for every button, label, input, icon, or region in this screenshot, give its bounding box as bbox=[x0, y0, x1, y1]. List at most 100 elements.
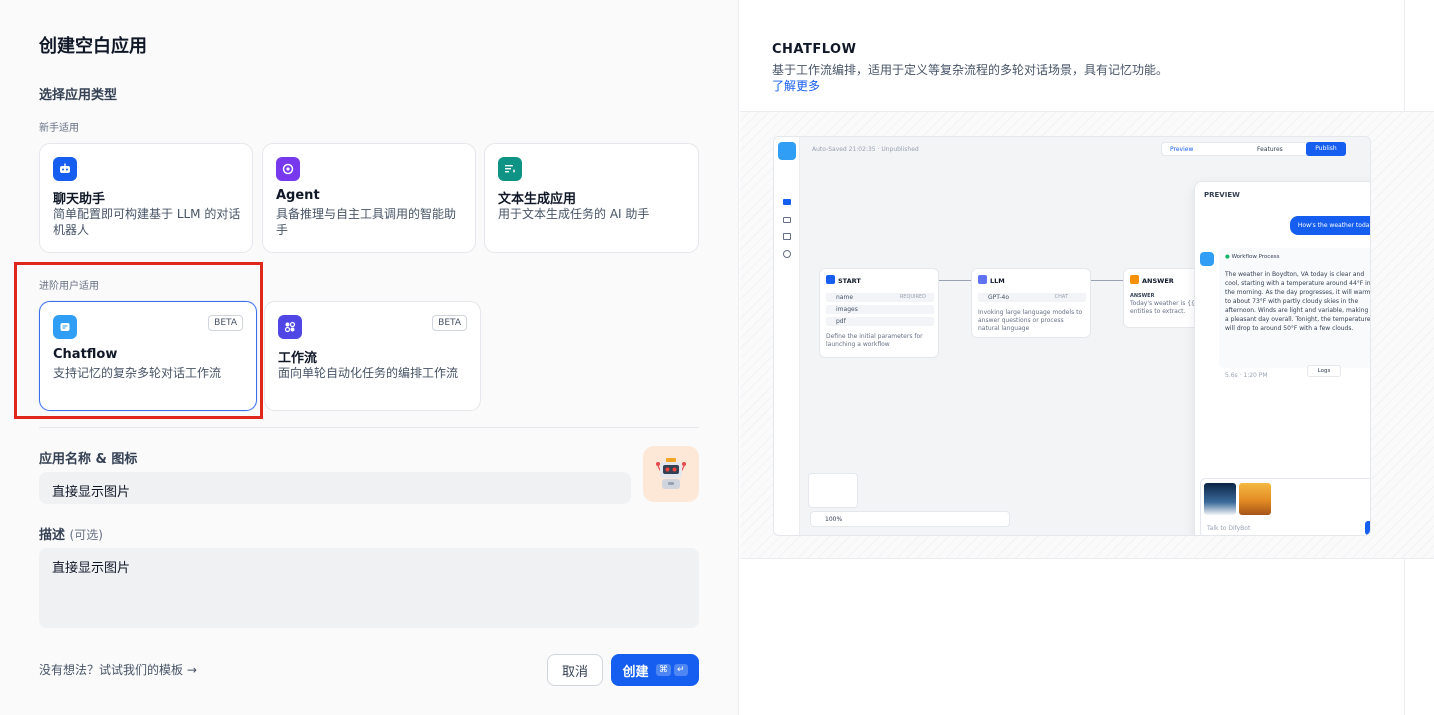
mock-preview-title: PREVIEW bbox=[1204, 191, 1240, 199]
robot-icon bbox=[656, 458, 686, 489]
cancel-button[interactable]: 取消 bbox=[547, 654, 603, 686]
dialog-title: 创建空白应用 bbox=[39, 36, 147, 57]
app-type-name: 聊天助手 bbox=[53, 192, 106, 207]
chatflow-icon bbox=[53, 315, 77, 339]
llm-model-name: GPT-4o bbox=[988, 294, 1010, 301]
mock-zoom-level: 100% bbox=[825, 516, 843, 523]
app-type-name: Agent bbox=[276, 188, 320, 203]
mock-bot-reply-text: The weather in Boydton, VA today is clea… bbox=[1225, 271, 1371, 332]
required-tag: REQUIRED bbox=[899, 294, 926, 300]
preview-image-area: Auto-Saved 21:02:35 · Unpublished Previe… bbox=[740, 111, 1434, 559]
mock-preview-panel: PREVIEW How's the weather today ● Workfl… bbox=[1194, 181, 1371, 535]
start-var: name REQUIRED bbox=[826, 293, 934, 302]
app-type-workflow-card[interactable]: BETA 工作流 面向单轮自动化任务的编排工作流 bbox=[264, 301, 481, 411]
text-generate-icon bbox=[498, 157, 522, 181]
divider bbox=[39, 427, 699, 428]
mock-nav-icon bbox=[783, 217, 791, 223]
mock-image-thumb bbox=[1239, 483, 1271, 515]
app-type-chatbot-card[interactable]: 聊天助手 简单配置即可构建基于 LLM 的对话机器人 bbox=[39, 143, 253, 253]
answer-label: ANSWER bbox=[1130, 293, 1155, 299]
app-name-input[interactable]: 直接显示图片 bbox=[39, 472, 631, 504]
mock-preview-btn: Preview bbox=[1170, 146, 1194, 153]
llm-node-icon bbox=[978, 275, 987, 284]
mock-reply-meta: 5.6s · 1:20 PM bbox=[1225, 372, 1268, 379]
app-icon-picker[interactable] bbox=[643, 446, 699, 502]
app-type-name: Chatflow bbox=[53, 347, 118, 362]
start-node-title: START bbox=[838, 277, 861, 285]
mock-autosaved: Auto-Saved 21:02:35 · Unpublished bbox=[812, 146, 919, 153]
answer-node-title: ANSWER bbox=[1142, 277, 1174, 285]
mock-features-btn: Features bbox=[1257, 146, 1283, 153]
mock-chat-input: Talk to DifyBot bbox=[1200, 478, 1370, 535]
preview-heading: CHATFLOW bbox=[772, 42, 857, 57]
template-link-text: 没有想法？试试我们的模板 bbox=[39, 663, 184, 677]
mock-zoom-bar: 100% bbox=[810, 511, 1010, 527]
mock-bot-reply: ● Workflow Process The weather in Boydto… bbox=[1219, 248, 1371, 368]
advanced-label: 进阶用户适用 bbox=[39, 281, 99, 292]
mock-start-node: START name REQUIRED images pdf Define the… bbox=[819, 268, 939, 358]
llm-desc: Invoking large language models to answer… bbox=[978, 309, 1083, 332]
app-type-name: 工作流 bbox=[278, 351, 318, 366]
app-type-label: 选择应用类型 bbox=[39, 88, 118, 103]
mock-minimap bbox=[808, 473, 858, 508]
chat-bot-icon bbox=[53, 157, 77, 181]
preview-panel: CHATFLOW 基于工作流编排，适用于定义等复杂流程的多轮对话场景，具有记忆功… bbox=[740, 0, 1434, 715]
beta-badge: BETA bbox=[432, 315, 467, 331]
llm-node-title: LLM bbox=[990, 277, 1005, 285]
app-type-chatflow-card[interactable]: BETA Chatflow 支持记忆的复杂多轮对话工作流 bbox=[39, 301, 257, 411]
chatflow-preview-image: Auto-Saved 21:02:35 · Unpublished Previe… bbox=[773, 136, 1371, 536]
app-name-label: 应用名称 & 图标 bbox=[39, 452, 138, 467]
app-type-desc: 具备推理与自主工具调用的智能助手 bbox=[276, 207, 457, 237]
app-type-text-generator-card[interactable]: 文本生成应用 用于文本生成任务的 AI 助手 bbox=[484, 143, 699, 253]
learn-more-link[interactable]: 了解更多 bbox=[772, 79, 820, 93]
preview-description-text: 基于工作流编排，适用于定义等复杂流程的多轮对话场景，具有记忆功能。 bbox=[772, 63, 1169, 77]
mock-nav-icon bbox=[783, 250, 791, 258]
mock-bot-avatar bbox=[1200, 252, 1214, 266]
start-desc: Define the initial parameters for launch… bbox=[826, 333, 923, 348]
app-type-desc: 简单配置即可构建基于 LLM 的对话机器人 bbox=[53, 207, 241, 237]
edge bbox=[939, 280, 971, 281]
create-app-form: 创建空白应用 选择应用类型 新手适用 聊天助手 简单配置即可构建基于 LLM 的… bbox=[0, 0, 739, 715]
create-button[interactable]: 创建 ⌘ ↵ bbox=[611, 654, 699, 686]
create-label: 创建 bbox=[622, 664, 649, 680]
answer-node-icon bbox=[1130, 275, 1139, 284]
answer-text-2: entities to extract. bbox=[1130, 308, 1186, 315]
mock-logs-btn: Logs bbox=[1307, 365, 1341, 377]
app-type-agent-card[interactable]: Agent 具备推理与自主工具调用的智能助手 bbox=[262, 143, 476, 253]
app-type-name: 文本生成应用 bbox=[498, 192, 577, 207]
beginner-label: 新手适用 bbox=[39, 123, 79, 134]
app-type-desc: 面向单轮自动化任务的编排工作流 bbox=[278, 366, 459, 380]
arrow-right-icon: → bbox=[186, 663, 197, 677]
app-type-desc: 支持记忆的复杂多轮对话工作流 bbox=[53, 366, 222, 380]
app-type-desc: 用于文本生成任务的 AI 助手 bbox=[498, 207, 650, 221]
mock-nav-icon bbox=[783, 199, 791, 205]
mock-publish-btn: Publish bbox=[1306, 142, 1346, 156]
mock-user-message: How's the weather today bbox=[1289, 216, 1370, 235]
mock-chat-placeholder: Talk to DifyBot bbox=[1207, 525, 1251, 532]
template-link[interactable]: 没有想法？试试我们的模板 → bbox=[39, 661, 197, 678]
mock-llm-node: LLM GPT-4o CHAT Invoking large language m… bbox=[971, 268, 1091, 338]
check-icon: ● bbox=[1225, 254, 1230, 260]
desc-optional: (可选) bbox=[69, 528, 103, 542]
send-icon bbox=[1365, 521, 1370, 535]
start-var: pdf bbox=[826, 317, 934, 326]
start-node-icon bbox=[826, 275, 835, 284]
llm-model: GPT-4o CHAT bbox=[978, 293, 1086, 302]
preview-description: 基于工作流编排，适用于定义等复杂流程的多轮对话场景，具有记忆功能。 了解更多 bbox=[772, 62, 1172, 94]
agent-icon bbox=[276, 157, 300, 181]
cmd-key-icon: ⌘ bbox=[656, 664, 671, 676]
mock-sidebar bbox=[774, 137, 800, 535]
desc-label: 描述 (可选) bbox=[39, 524, 103, 543]
beta-badge: BETA bbox=[208, 315, 243, 331]
mock-workflow-process: ● Workflow Process bbox=[1225, 254, 1279, 260]
desc-label-text: 描述 bbox=[39, 528, 66, 543]
enter-key-icon: ↵ bbox=[674, 664, 688, 676]
llm-mode-tag: CHAT bbox=[1054, 294, 1068, 300]
mock-app-icon bbox=[778, 142, 796, 160]
description-textarea[interactable]: 直接显示图片 bbox=[39, 548, 699, 628]
workflow-process-text: Workflow Process bbox=[1231, 254, 1280, 260]
mock-image-thumb bbox=[1204, 483, 1236, 515]
mock-nav-icon bbox=[783, 233, 791, 240]
start-var-name: name bbox=[836, 294, 854, 301]
edge bbox=[1091, 280, 1123, 281]
